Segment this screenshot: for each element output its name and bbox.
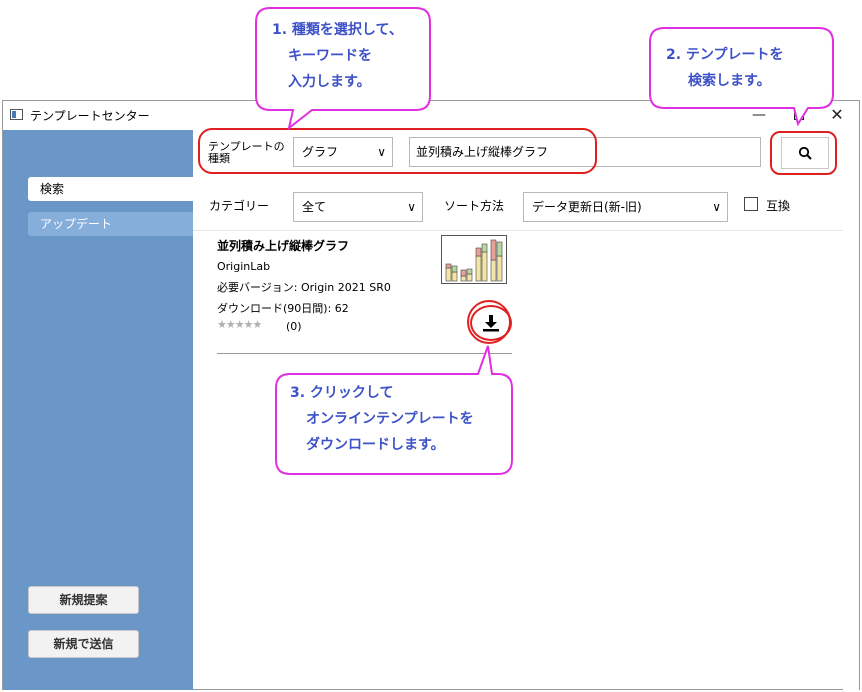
callout-line: オンラインテンプレートを bbox=[306, 411, 474, 427]
callout-line: 検索します。 bbox=[688, 73, 771, 89]
download-button[interactable] bbox=[470, 305, 512, 341]
sidebar-item-label: アップデート bbox=[40, 217, 113, 231]
rating-count: (0) bbox=[286, 320, 302, 333]
sort-label: ソート方法 bbox=[444, 199, 505, 213]
callout-line: 入力します。 bbox=[288, 74, 371, 90]
sidebar: 検索 アップデート 新規提案 新規で送信 bbox=[3, 130, 193, 690]
callout-line: ダウンロードします。 bbox=[306, 437, 445, 453]
template-title: 並列積み上げ縦棒グラフ bbox=[217, 239, 350, 253]
new-send-button[interactable]: 新規で送信 bbox=[28, 630, 139, 658]
minimize-button[interactable]: — bbox=[739, 103, 779, 127]
header-divider bbox=[193, 230, 843, 231]
compat-label: 互換 bbox=[766, 199, 791, 213]
callout-1-text: 1. 種類を選択して、 キーワードを 入力します。 bbox=[272, 17, 403, 95]
callout-line: キーワードを bbox=[288, 48, 372, 64]
chevron-down-icon: ∨ bbox=[407, 200, 416, 214]
download-icon bbox=[483, 315, 499, 332]
search-button-highlight bbox=[770, 131, 837, 175]
callout-line: 1. 種類を選択して、 bbox=[272, 22, 403, 38]
minimize-icon: — bbox=[752, 107, 766, 123]
app-icon bbox=[10, 109, 23, 120]
template-author: OriginLab bbox=[217, 260, 271, 273]
search-row-highlight bbox=[198, 128, 597, 174]
sidebar-item-update[interactable]: アップデート bbox=[28, 212, 193, 236]
close-button[interactable]: ✕ bbox=[817, 103, 857, 127]
callout-line: 3. クリックして bbox=[290, 385, 394, 401]
callout-line: 2. テンプレートを bbox=[666, 47, 784, 63]
template-version: 必要バージョン: Origin 2021 SR0 bbox=[217, 281, 391, 294]
category-label: カテゴリー bbox=[209, 199, 270, 213]
category-select[interactable]: 全て ∨ bbox=[293, 192, 423, 222]
window-title: テンプレートセンター bbox=[30, 109, 150, 123]
sort-value: データ更新日(新-旧) bbox=[532, 200, 642, 214]
rating-stars: ★★★★★ bbox=[217, 318, 262, 331]
close-icon: ✕ bbox=[830, 105, 844, 124]
callout-3-text: 3. クリックして オンラインテンプレートを ダウンロードします。 bbox=[290, 380, 474, 458]
sidebar-item-label: 検索 bbox=[40, 182, 65, 196]
scrollbar[interactable] bbox=[843, 230, 859, 690]
maximize-button[interactable] bbox=[779, 103, 819, 127]
new-proposal-button[interactable]: 新規提案 bbox=[28, 586, 139, 614]
compat-checkbox[interactable] bbox=[744, 197, 758, 211]
callout-2-text: 2. テンプレートを 検索します。 bbox=[666, 42, 784, 94]
maximize-icon bbox=[794, 110, 804, 120]
template-thumbnail bbox=[441, 235, 507, 284]
sort-select[interactable]: データ更新日(新-旧) ∨ bbox=[523, 192, 728, 222]
sidebar-item-search[interactable]: 検索 bbox=[28, 177, 193, 201]
template-downloads: ダウンロード(90日間): 62 bbox=[217, 302, 349, 315]
title-bar: テンプレートセンター — ✕ bbox=[3, 101, 859, 130]
chevron-down-icon: ∨ bbox=[712, 200, 721, 214]
category-value: 全て bbox=[302, 200, 327, 214]
item-separator bbox=[217, 353, 512, 354]
